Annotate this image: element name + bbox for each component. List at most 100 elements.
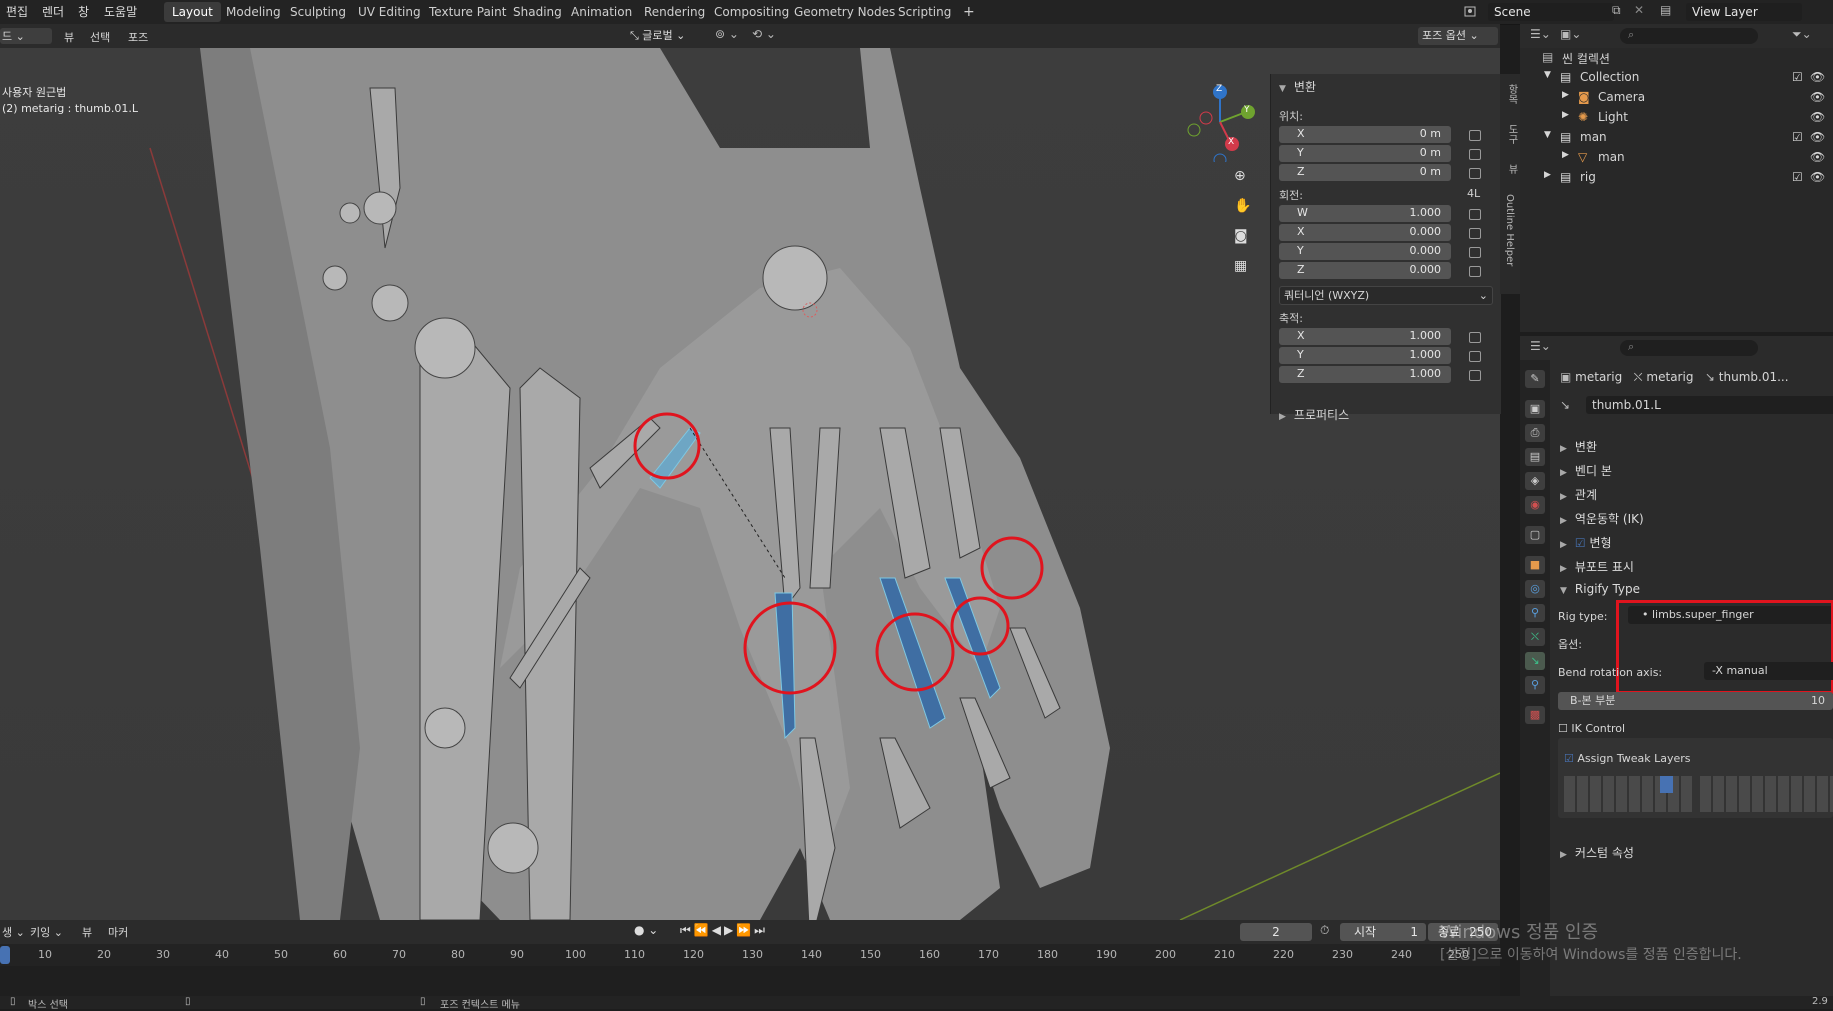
rotation-y-field[interactable]: Y 0.000 [1279,243,1451,260]
tab-animation[interactable]: Animation [563,2,640,22]
lock-icon[interactable] [1469,247,1481,258]
grid-icon[interactable]: ▦ [1234,258,1247,274]
checkbox-icon[interactable]: ☑ [1792,170,1803,184]
snap-icon[interactable]: ⟲ ⌄ [752,27,802,45]
assign-tweak-checkbox[interactable]: ☑ Assign Tweak Layers [1564,752,1691,765]
eye-icon[interactable]: 👁 [1810,110,1825,124]
section-transform[interactable]: ▶ 변환 [1560,438,1597,455]
pan-icon[interactable]: ✋ [1234,198,1251,214]
tab-item[interactable]: 항목 [1504,84,1519,104]
list-item[interactable]: ▤ 씬 컬렉션 [1520,50,1833,70]
list-item[interactable]: ▶ ✺ Light 👁 [1520,110,1833,130]
search-input[interactable]: ⌕ [1620,340,1758,356]
active-layer[interactable] [1660,776,1673,793]
view-layer-field[interactable]: View Layer [1686,3,1802,21]
layer-grid[interactable] [1564,776,1694,812]
tab-compositing[interactable]: Compositing [706,2,797,22]
tab-texture-paint[interactable]: Texture Paint [421,2,514,22]
eye-icon[interactable]: 👁 [1810,150,1825,164]
checkbox-icon[interactable]: ☑ [1792,130,1803,144]
section-relations[interactable]: ▶ 관계 [1560,486,1597,503]
search-input[interactable]: ⌕ [1620,28,1758,44]
tab-outline-helper[interactable]: Outline Helper [1504,194,1515,266]
scene-icon[interactable]: ◈ [1525,472,1545,490]
location-z-field[interactable]: Z0 m [1279,164,1451,181]
mode-dropdown[interactable]: 드 ⌄ [0,28,52,44]
eye-icon[interactable]: 👁 [1810,70,1825,84]
section-ik[interactable]: ▶ 역운동학 (IK) [1560,510,1644,527]
rotation-mode-dropdown[interactable]: 쿼터니언 (WXYZ) ⌄ [1279,286,1493,305]
list-item[interactable]: ▶ ◙ Camera 👁 [1520,90,1833,110]
tab-rendering[interactable]: Rendering [636,2,713,22]
keying-menu[interactable]: 키잉 ⌄ [30,924,63,940]
tab-sculpting[interactable]: Sculpting [282,2,354,22]
properties-panel-header[interactable]: ▶ 프로퍼티스 [1279,406,1349,423]
menu-help[interactable]: 도움말 [104,3,137,20]
tab-modeling[interactable]: Modeling [218,2,289,22]
rotation-z-field[interactable]: Z 0.000 [1279,262,1451,279]
menu-window[interactable]: 창 [78,3,89,20]
record-button[interactable]: ● ⌄ [634,923,658,937]
output-icon[interactable]: ⎙ [1525,424,1545,442]
menu-pose[interactable]: 포즈 [128,29,148,45]
scale-z-field[interactable]: Z 1.000 [1279,366,1451,383]
tab-tool[interactable]: 도구 [1504,124,1519,144]
list-item[interactable]: ▼ ▤ man ☑ 👁 [1520,130,1833,150]
bone-constraint-icon[interactable]: ⚲ [1525,676,1545,694]
texture-icon[interactable]: ▩ [1525,706,1545,724]
tab-scripting[interactable]: Scripting [890,2,959,22]
timeline-ruler[interactable]: 10 20 30 40 50 60 70 80 90 100 110 120 1… [0,944,1500,966]
scale-y-field[interactable]: Y 1.000 [1279,347,1451,364]
pose-options-dropdown[interactable]: 포즈 옵션 ⌄ [1418,27,1498,45]
playback-menu[interactable]: 생 ⌄ [2,924,25,940]
location-x-field[interactable]: X0 m [1279,126,1451,143]
lock-icon[interactable] [1469,351,1481,362]
world-icon[interactable]: ◉ [1525,496,1545,514]
bend-axis-dropdown[interactable]: -X manual [1704,662,1833,680]
marker-menu[interactable]: 마커 [108,924,128,940]
add-workspace-button[interactable]: + [955,2,983,22]
physics-icon[interactable]: ◎ [1525,580,1545,598]
constraint-icon[interactable]: ⚲ [1525,604,1545,622]
rotation-x-field[interactable]: X 0.000 [1279,224,1451,241]
close-icon[interactable]: ✕ [1634,3,1644,17]
navigation-gizmo[interactable]: Z Y X [1180,82,1260,167]
transform-orientation-dropdown[interactable]: ⤡ 글로벌 ⌄ [630,27,700,45]
camera-icon[interactable]: ◙ [1234,228,1248,244]
eye-icon[interactable]: 👁 [1810,130,1825,144]
bone-icon[interactable]: ↘ [1525,652,1545,670]
lock-icon[interactable] [1469,228,1481,239]
transform-panel-header[interactable]: ▼ 변환 [1279,78,1316,95]
section-custom-props[interactable]: ▶ 커스텀 속성 [1560,844,1634,861]
section-deform[interactable]: ▶ ☑ 변형 [1560,534,1612,551]
lock-icon[interactable] [1469,370,1481,381]
lock-icon[interactable] [1469,209,1481,220]
eye-icon[interactable]: 👁 [1810,90,1825,104]
filter-icon[interactable]: ⏷⌄ [1792,27,1812,42]
playhead[interactable] [0,946,10,964]
editor-type-icon[interactable]: ☰⌄ [1530,27,1551,41]
object-icon[interactable]: ■ [1525,556,1545,574]
list-item[interactable]: ▶ ▽ man 👁 [1520,150,1833,170]
copy-scene-icon[interactable]: ⧉ [1612,3,1621,18]
playback-controls[interactable]: ⏮⏪◀▶⏩⏭ [680,923,768,938]
collection-icon[interactable]: ▢ [1525,526,1545,544]
render-icon[interactable]: ▣ [1525,400,1545,418]
scale-x-field[interactable]: X 1.000 [1279,328,1451,345]
display-mode-icon[interactable]: ▣⌄ [1560,27,1581,41]
eye-icon[interactable]: 👁 [1810,170,1825,184]
scene-icon[interactable] [1462,3,1478,19]
lock-icon[interactable] [1469,130,1481,141]
tab-view[interactable]: 뷰 [1504,164,1519,174]
bone-name-field[interactable]: thumb.01.L [1586,396,1833,414]
lock-icon[interactable] [1469,266,1481,277]
layer-grid[interactable] [1700,776,1833,812]
checkbox-icon[interactable]: ☑ [1792,70,1803,84]
menu-edit[interactable]: 편집 [6,3,28,20]
rotation-mode-tag[interactable]: 4L [1467,187,1480,200]
menu-render[interactable]: 렌더 [42,3,64,20]
start-frame-field[interactable]: 시작 1 [1340,923,1426,941]
scene-field[interactable]: Scene [1488,3,1614,21]
lock-icon[interactable] [1469,332,1481,343]
ik-control-checkbox[interactable]: ☐ IK Control [1558,722,1625,735]
